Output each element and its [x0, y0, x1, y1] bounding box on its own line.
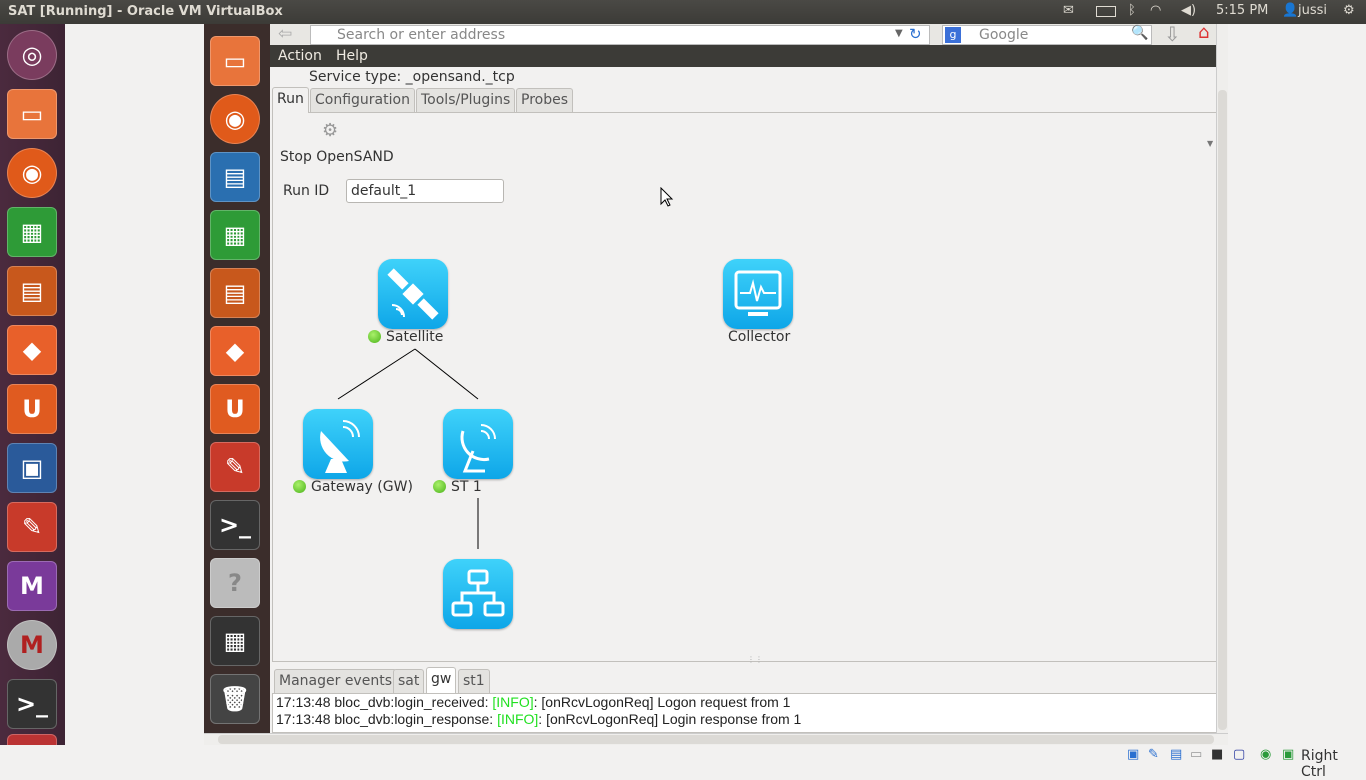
log-tab-manager-events[interactable]: Manager events — [274, 669, 397, 693]
info-level: [INFO] — [492, 694, 534, 710]
host-launcher: ◎ ▭ ◉ ▦ ▤ ◆ U ▣ ✎ M M >_ — [0, 24, 65, 768]
status-running-icon — [293, 480, 306, 493]
top-panel: SAT [Running] - Oracle VM VirtualBox ✉ ᛒ… — [0, 0, 1366, 24]
menu-help[interactable]: Help — [336, 48, 368, 64]
window-title: SAT [Running] - Oracle VM VirtualBox — [8, 4, 283, 19]
terminal-icon[interactable]: >_ — [7, 679, 57, 729]
settings-icon[interactable]: ✎ — [210, 442, 260, 492]
st1-label[interactable]: ST 1 — [433, 479, 482, 495]
ubuntu-one-icon[interactable]: U — [7, 384, 57, 434]
settings-icon[interactable]: ✎ — [7, 502, 57, 552]
log-tab-st1[interactable]: st1 — [458, 669, 490, 693]
shared-folders-icon[interactable]: ▭ — [1190, 747, 1202, 762]
menu-action[interactable]: Action — [278, 48, 322, 64]
keyboard-capture-icon[interactable]: ▣ — [1282, 747, 1294, 762]
collector-label[interactable]: Collector — [728, 329, 790, 345]
mouse-integration-icon[interactable]: ◉ — [1260, 747, 1271, 762]
optical-drive-icon[interactable]: ✎ — [1148, 747, 1159, 762]
search-icon[interactable]: 🔍 — [1131, 25, 1148, 41]
mouse-cursor-icon — [660, 187, 674, 207]
gateway-node-icon[interactable] — [303, 409, 373, 479]
virtualbox-statusbar: ▣ ✎ ▤ ▭ ■ ▢ ◉ ▣ Right Ctrl — [0, 745, 1366, 780]
collector-node-icon[interactable] — [723, 259, 793, 329]
impress-icon[interactable]: ▤ — [7, 266, 57, 316]
google-icon[interactable]: g — [945, 27, 961, 43]
terminal-icon[interactable]: >_ — [210, 500, 260, 550]
writer-icon[interactable]: ▤ — [210, 152, 260, 202]
status-running-icon — [368, 330, 381, 343]
mail-icon[interactable]: ✉ — [1063, 3, 1074, 18]
download-icon[interactable]: ⇩ — [1164, 22, 1181, 46]
satellite-node-icon[interactable] — [378, 259, 448, 329]
calc-icon[interactable]: ▦ — [210, 210, 260, 260]
horizontal-scrollbar[interactable] — [204, 733, 1228, 745]
hard-disk-icon[interactable]: ▣ — [1127, 747, 1139, 762]
maxima-m-icon[interactable]: M — [7, 620, 57, 670]
address-input[interactable]: Search or enter address — [310, 25, 930, 45]
bluetooth-icon[interactable]: ᛒ — [1128, 3, 1136, 18]
calc-icon[interactable]: ▦ — [7, 207, 57, 257]
guest-launcher: ▭ ◉ ▤ ▦ ▤ ◆ U ✎ >_ ? ▦ 🗑 — [204, 24, 270, 733]
topology-links — [337, 348, 479, 549]
network-node-icon[interactable] — [443, 559, 513, 629]
log-line: 17:13:48 bloc_dvb:login_received: [INFO]… — [276, 694, 791, 710]
network-icon[interactable]: ▤ — [1170, 747, 1182, 762]
files-icon[interactable]: ▭ — [7, 89, 57, 139]
home-icon[interactable]: ⌂ — [1198, 22, 1209, 43]
satellite-label[interactable]: Satellite — [368, 329, 443, 345]
volume-icon[interactable]: ◀) — [1181, 3, 1196, 18]
ubuntu-dash-icon[interactable]: ◎ — [7, 30, 57, 80]
usb-icon[interactable]: ▢ — [1233, 747, 1245, 762]
firefox-icon[interactable]: ◉ — [210, 94, 260, 144]
gateway-label[interactable]: Gateway (GW) — [293, 479, 413, 495]
scroll-thumb[interactable] — [218, 735, 1214, 744]
log-tab-gw[interactable]: gw — [426, 667, 457, 693]
info-level: [INFO] — [497, 711, 539, 727]
maxima-icon[interactable]: M — [7, 561, 57, 611]
user-icon: 👤 — [1282, 3, 1299, 18]
status-running-icon — [433, 480, 446, 493]
virtualbox-icon[interactable]: ▣ — [7, 443, 57, 493]
power-icon[interactable]: ⚙ — [1343, 3, 1355, 18]
ubuntu-one-icon[interactable]: U — [210, 384, 260, 434]
log-tab-sat[interactable]: sat — [393, 669, 425, 693]
scroll-thumb[interactable] — [1218, 90, 1227, 730]
vertical-scrollbar[interactable] — [1216, 24, 1228, 733]
pane-resize-handle[interactable]: ⋮⋮ — [747, 655, 763, 664]
workspace-switcher-icon[interactable]: ▦ — [210, 616, 260, 666]
files-icon[interactable]: ▭ — [210, 36, 260, 86]
video-capture-icon[interactable]: ■ — [1211, 747, 1223, 762]
battery-icon[interactable] — [1096, 6, 1116, 17]
dropdown-icon[interactable]: ▼ — [895, 28, 903, 39]
impress-icon[interactable]: ▤ — [210, 268, 260, 318]
back-icon[interactable]: ⇦ — [278, 24, 292, 44]
reload-icon[interactable]: ↻ — [909, 25, 922, 43]
opensand-manager: Service type: _opensand._tcp Run Configu… — [270, 67, 1216, 733]
firefox-icon[interactable]: ◉ — [7, 148, 57, 198]
host-key-label: Right Ctrl — [1301, 748, 1338, 780]
search-input[interactable]: Google — [942, 25, 1152, 45]
wifi-icon[interactable]: ◠ — [1150, 3, 1161, 18]
software-center-icon[interactable]: ◆ — [210, 326, 260, 376]
menu-bar: Action Help — [270, 45, 1216, 67]
software-center-icon[interactable]: ◆ — [7, 325, 57, 375]
st1-node-icon[interactable] — [443, 409, 513, 479]
help-icon[interactable]: ? — [210, 558, 260, 608]
log-line: 17:13:48 bloc_dvb:login_response: [INFO]… — [276, 711, 802, 727]
clock[interactable]: 5:15 PM — [1216, 3, 1268, 18]
user-name[interactable]: jussi — [1298, 3, 1327, 18]
trash-icon[interactable]: 🗑 — [210, 674, 260, 724]
